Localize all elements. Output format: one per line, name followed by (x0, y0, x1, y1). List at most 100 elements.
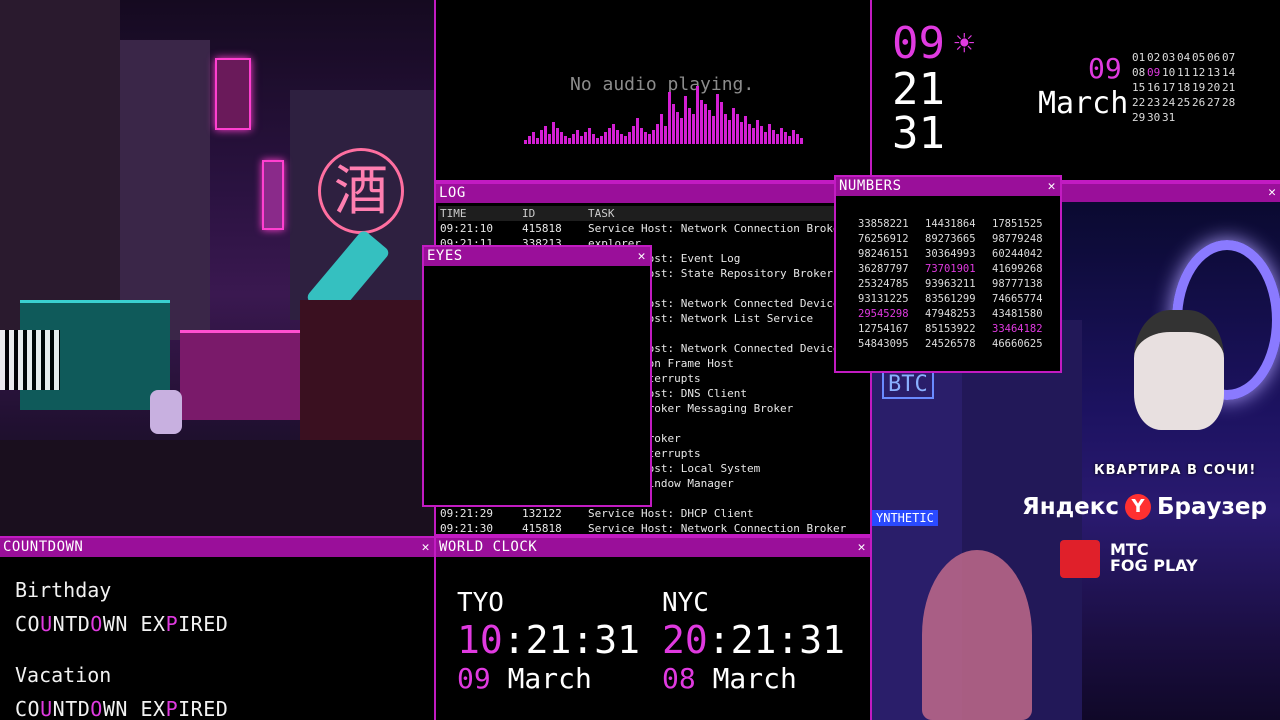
number-cell: 36287797 (858, 263, 909, 275)
close-icon[interactable]: ✕ (1048, 177, 1056, 196)
city-time: 20:21:31 (662, 618, 845, 662)
eyes-titlebar[interactable]: EYES ✕ (424, 247, 650, 266)
audio-bar (752, 128, 755, 144)
calendar-date[interactable]: 11 (1177, 65, 1192, 80)
audio-bar (604, 132, 607, 144)
calendar-date[interactable]: 13 (1207, 65, 1222, 80)
number-cell: 93131225 (858, 293, 909, 305)
calendar-date[interactable]: 10 (1162, 65, 1177, 80)
numbers-grid: 33858221 14431864 17851525 76256912 89273665… (858, 217, 1059, 352)
calendar-date[interactable]: 21 (1222, 80, 1237, 95)
close-icon[interactable]: ✕ (858, 538, 866, 557)
calendar-date[interactable]: 01 (1132, 50, 1147, 65)
audio-bar (684, 96, 687, 144)
sake-sign: 酒 (318, 148, 404, 234)
calendar-date[interactable]: 18 (1177, 80, 1192, 95)
audio-bar (780, 128, 783, 144)
calendar-row: 01 02 03 04 05 06 07 (1132, 50, 1237, 65)
audio-bar (528, 136, 531, 144)
number-cell: 93963211 (925, 278, 976, 290)
calendar-date[interactable]: 25 (1177, 95, 1192, 110)
apartment-ad: КВАРТИРА В СОЧИ! (1094, 463, 1257, 478)
city-date: 08 March (662, 662, 797, 695)
world-clock-title: WORLD CLOCK (439, 539, 538, 555)
city-code: NYC (662, 588, 709, 618)
calendar-date[interactable]: 28 (1222, 95, 1237, 110)
rabbit-character (150, 390, 182, 434)
log-cell: 09:21:30 (440, 522, 493, 535)
calendar-grid: 01 02 03 04 05 06 07 08 09 10 11 12 13 14 15 16 17 18 19 20… (1132, 50, 1237, 125)
close-icon[interactable]: ✕ (638, 247, 646, 266)
audio-bar (636, 118, 639, 144)
log-row: 09:21:29 132122 Service Host: DHCP Client (438, 506, 870, 521)
calendar-date[interactable]: 09 (1147, 65, 1162, 80)
city-month: March (507, 662, 592, 695)
audio-bar (740, 122, 743, 144)
log-row: 09:21:30 415818 Service Host: Network Conn… (438, 521, 870, 536)
close-icon[interactable]: ✕ (1268, 184, 1276, 202)
audio-bar (652, 130, 655, 144)
audio-bar (620, 134, 623, 144)
audio-bar (532, 132, 535, 144)
close-icon[interactable]: ✕ (422, 538, 430, 557)
calendar-date[interactable]: 02 (1147, 50, 1162, 65)
storefront (300, 300, 434, 440)
countdown-titlebar[interactable]: COUNTDOWN ✕ (0, 538, 434, 557)
audio-bar (548, 134, 551, 144)
calendar-date[interactable]: 26 (1192, 95, 1207, 110)
eyes-panel: EYES ✕ (422, 245, 652, 507)
numbers-row: 36287797 73701901 41699268 (858, 262, 1059, 277)
calendar-date[interactable]: 23 (1147, 95, 1162, 110)
number-cell: 54843095 (858, 338, 909, 350)
number-cell: 85153922 (925, 323, 976, 335)
world-clock-titlebar[interactable]: WORLD CLOCK ✕ (436, 538, 870, 557)
calendar-date[interactable]: 03 (1162, 50, 1177, 65)
calendar-date[interactable]: 16 (1147, 80, 1162, 95)
calendar-date[interactable]: 19 (1192, 80, 1207, 95)
fog-play-label: FOG PLAY (1110, 556, 1198, 575)
calendar-date[interactable]: 17 (1162, 80, 1177, 95)
city-hour: 10 (457, 618, 503, 662)
city-minutes-seconds: :21:31 (502, 618, 641, 662)
calendar-day: 09 (1088, 52, 1122, 85)
day-number: 09 (892, 18, 945, 69)
audio-bar (720, 102, 723, 144)
number-cell: 25324785 (858, 278, 909, 290)
calendar-date[interactable]: 29 (1132, 110, 1147, 125)
calendar-row: 15 16 17 18 19 20 21 (1132, 80, 1237, 95)
calendar-date[interactable]: 14 (1222, 65, 1237, 80)
neon-sign (262, 160, 284, 230)
audio-bar (756, 120, 759, 144)
log-titlebar[interactable]: LOG (436, 184, 870, 203)
numbers-row: 98246151 30364993 60244042 (858, 247, 1059, 262)
numbers-title: NUMBERS (839, 178, 902, 194)
log-cell: Service Host: DHCP Client (588, 507, 754, 520)
calendar-date[interactable]: 27 (1207, 95, 1222, 110)
calendar-date[interactable]: 22 (1132, 95, 1147, 110)
calendar-date[interactable]: 07 (1222, 50, 1237, 65)
audio-bar (760, 126, 763, 144)
number-cell: 14431864 (925, 218, 976, 230)
calendar-date[interactable]: 15 (1132, 80, 1147, 95)
calendar-date[interactable]: 24 (1162, 95, 1177, 110)
calendar-date[interactable]: 08 (1132, 65, 1147, 80)
log-title: LOG (439, 185, 466, 201)
city-code: TYO (457, 588, 504, 618)
numbers-titlebar[interactable]: NUMBERS ✕ (836, 177, 1060, 196)
audio-bar (676, 112, 679, 144)
audio-bar (572, 134, 575, 144)
building (0, 0, 120, 330)
calendar-row: 22 23 24 25 26 27 28 (1132, 95, 1237, 110)
calendar-date[interactable]: 31 (1162, 110, 1177, 125)
calendar-date[interactable]: 12 (1192, 65, 1207, 80)
calendar-row: 08 09 10 11 12 13 14 (1132, 65, 1237, 80)
audio-bar (560, 132, 563, 144)
calendar-date[interactable]: 05 (1192, 50, 1207, 65)
calendar-date[interactable]: 20 (1207, 80, 1222, 95)
audio-bar (668, 92, 671, 144)
calendar-date[interactable]: 06 (1207, 50, 1222, 65)
audio-bar (596, 138, 599, 144)
audio-bar (744, 116, 747, 144)
calendar-date[interactable]: 04 (1177, 50, 1192, 65)
calendar-date[interactable]: 30 (1147, 110, 1162, 125)
